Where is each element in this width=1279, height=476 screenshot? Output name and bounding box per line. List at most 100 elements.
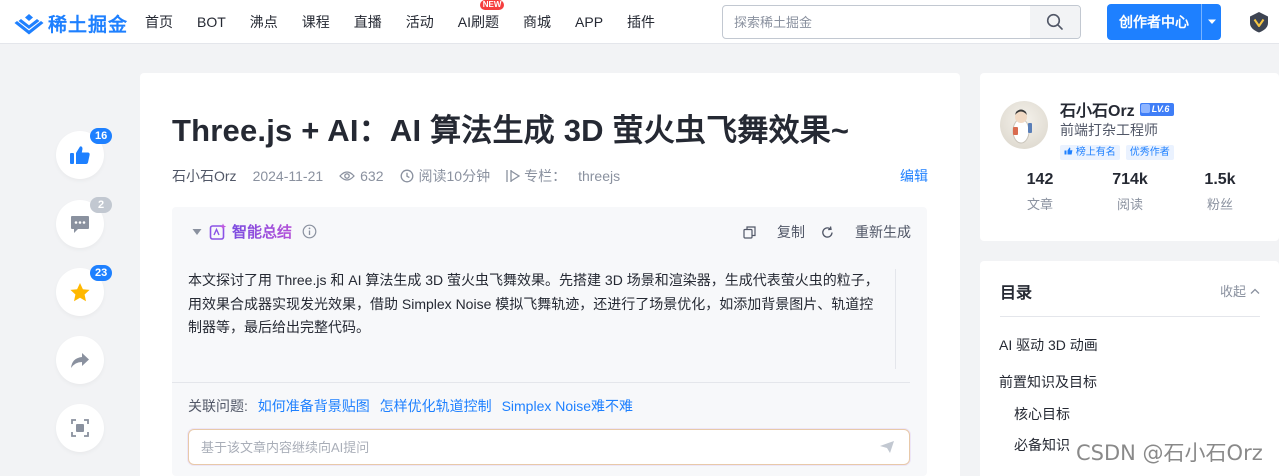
- collapse-caret-icon[interactable]: [192, 228, 202, 236]
- comment-button[interactable]: 2: [56, 197, 112, 248]
- thumbs-up-icon: [70, 146, 90, 164]
- excellent-author-tag[interactable]: 优秀作者: [1125, 145, 1174, 160]
- stat-number: 142: [1026, 171, 1054, 188]
- column-name[interactable]: threejs: [578, 168, 620, 184]
- creator-center-button[interactable]: 创作者中心: [1107, 4, 1221, 40]
- column-icon: [506, 170, 521, 182]
- refresh-icon: [822, 225, 833, 238]
- comment-count: 2: [90, 197, 112, 213]
- nav-ai-practice[interactable]: AI刷题 NEW: [457, 0, 505, 32]
- collect-count: 23: [90, 265, 113, 281]
- copy-label: 复制: [777, 224, 805, 240]
- toc-subitem[interactable]: 必备知识: [1014, 435, 1070, 455]
- related-question-link[interactable]: 如何准备背景贴图: [258, 398, 370, 414]
- summary-divider: [172, 382, 910, 383]
- nav-events[interactable]: 活动: [406, 12, 434, 32]
- nav-plugins[interactable]: 插件: [627, 12, 655, 32]
- column-info[interactable]: 专栏： threejs: [506, 166, 620, 186]
- ai-summary-title: 智能总结: [232, 221, 292, 242]
- nav-ai-practice-label: AI刷题: [457, 14, 500, 30]
- article-panel: Three.js + AI：AI 算法生成 3D 萤火虫飞舞效果~ 石小石Orz…: [140, 73, 960, 476]
- toc-item[interactable]: AI 驱动 3D 动画: [999, 335, 1098, 355]
- new-badge: NEW: [479, 0, 505, 10]
- csdn-watermark: CSDN @石小石Orz: [1076, 441, 1263, 465]
- nav-bot[interactable]: BOT: [197, 14, 226, 30]
- ai-summary-header[interactable]: 智能总结: [192, 221, 317, 242]
- regenerate-button[interactable]: 重新生成: [821, 222, 911, 242]
- rank-tag[interactable]: 榜上有名: [1060, 145, 1120, 160]
- like-button[interactable]: 16: [56, 128, 113, 179]
- toc-subitem[interactable]: 核心目标: [1014, 404, 1070, 424]
- related-question-link[interactable]: Simplex Noise难不难: [502, 398, 633, 414]
- stat-label: 粉丝: [1206, 197, 1233, 212]
- comment-icon: [71, 215, 89, 233]
- vip-badge-icon[interactable]: [1247, 10, 1271, 34]
- creator-dropdown-toggle[interactable]: [1201, 4, 1221, 40]
- fullscreen-button[interactable]: [56, 404, 104, 452]
- read-time-value: 阅读10分钟: [418, 168, 491, 184]
- toc-title: 目录: [1000, 285, 1033, 302]
- view-count: 632: [339, 168, 384, 184]
- focus-mode-icon: [71, 419, 89, 437]
- stat-label: 文章: [1026, 197, 1053, 212]
- author-name[interactable]: 石小石Orz: [1060, 97, 1135, 121]
- article-meta: 石小石Orz 2024-11-21 632 阅读10分钟 专栏： threejs…: [172, 166, 928, 186]
- author-stats: 142 文章 714k 阅读 1.5k 粉丝: [1000, 171, 1260, 213]
- ai-ask-input[interactable]: [189, 430, 849, 464]
- nav-courses[interactable]: 课程: [302, 12, 330, 32]
- share-button[interactable]: [56, 336, 104, 384]
- related-label: 关联问题:: [188, 398, 248, 414]
- view-count-value: 632: [360, 168, 384, 184]
- stat-number: 714k: [1112, 171, 1148, 188]
- nav-live[interactable]: 直播: [354, 12, 382, 32]
- author-avatar[interactable]: [1000, 101, 1048, 149]
- ai-summary-actions: 复制 重新生成: [727, 222, 911, 242]
- stat-articles[interactable]: 142 文章: [1000, 171, 1080, 213]
- article-title: Three.js + AI：AI 算法生成 3D 萤火虫飞舞效果~: [172, 113, 850, 148]
- column-label: 专栏：: [524, 168, 567, 184]
- chevron-up-icon: [1250, 288, 1260, 294]
- stat-reads[interactable]: 714k 阅读: [1090, 171, 1170, 213]
- level-badge: LV.6: [1139, 102, 1175, 116]
- rank-tag-label: 榜上有名: [1075, 147, 1116, 158]
- copy-button[interactable]: 复制: [743, 222, 805, 242]
- related-questions: 关联问题: 如何准备背景贴图 怎样优化轨道控制 Simplex Noise难不难: [188, 396, 633, 416]
- share-icon: [71, 352, 89, 368]
- avatar-illustration: [1012, 109, 1032, 144]
- stat-followers[interactable]: 1.5k 粉丝: [1180, 171, 1260, 213]
- send-icon[interactable]: [879, 440, 895, 454]
- info-icon[interactable]: [302, 224, 317, 239]
- search-button[interactable]: [1030, 6, 1080, 38]
- stat-number: 1.5k: [1204, 171, 1236, 188]
- regenerate-label: 重新生成: [855, 224, 911, 240]
- search-box: [722, 5, 1081, 39]
- thumbs-up-small-icon: [1064, 147, 1073, 155]
- author-job: 前端打杂工程师: [1060, 122, 1158, 138]
- author-card: 石小石Orz LV.6 前端打杂工程师 榜上有名 优秀作者 142 文章 714…: [980, 73, 1279, 241]
- author-name-row: 石小石Orz LV.6: [1060, 97, 1175, 121]
- clock-icon: [400, 169, 413, 183]
- nav-pins[interactable]: 沸点: [250, 12, 278, 32]
- related-question-link[interactable]: 怎样优化轨道控制: [380, 398, 492, 414]
- ai-summary-panel: 智能总结 复制 重新生成 本文探讨了用 Three.js 和 AI 算法生成 3…: [172, 207, 927, 476]
- author-tags: 榜上有名 优秀作者: [1060, 145, 1180, 160]
- nav-app[interactable]: APP: [575, 14, 603, 30]
- search-input[interactable]: [723, 6, 1023, 38]
- juejin-logo-icon: [14, 13, 44, 34]
- logo-text: 稀土掘金: [48, 15, 129, 36]
- eye-icon: [339, 171, 356, 181]
- toc-item[interactable]: 前置知识及目标: [999, 372, 1097, 392]
- ai-summary-icon: [209, 223, 227, 240]
- nav-home[interactable]: 首页: [145, 12, 173, 32]
- collect-button[interactable]: 23: [56, 265, 113, 316]
- nav-shop[interactable]: 商城: [523, 12, 551, 32]
- ai-summary-text: 本文探讨了用 Three.js 和 AI 算法生成 3D 萤火虫飞舞效果。先搭建…: [188, 269, 896, 369]
- creator-center-label: 创作者中心: [1119, 14, 1189, 30]
- search-icon: [1046, 13, 1063, 30]
- site-logo[interactable]: 稀土掘金: [14, 10, 128, 37]
- toc-collapse-label: 收起: [1219, 284, 1246, 299]
- article-author[interactable]: 石小石Orz: [172, 166, 237, 186]
- read-time: 阅读10分钟: [400, 166, 491, 186]
- toc-collapse-button[interactable]: 收起: [1220, 281, 1260, 300]
- edit-link[interactable]: 编辑: [900, 166, 928, 186]
